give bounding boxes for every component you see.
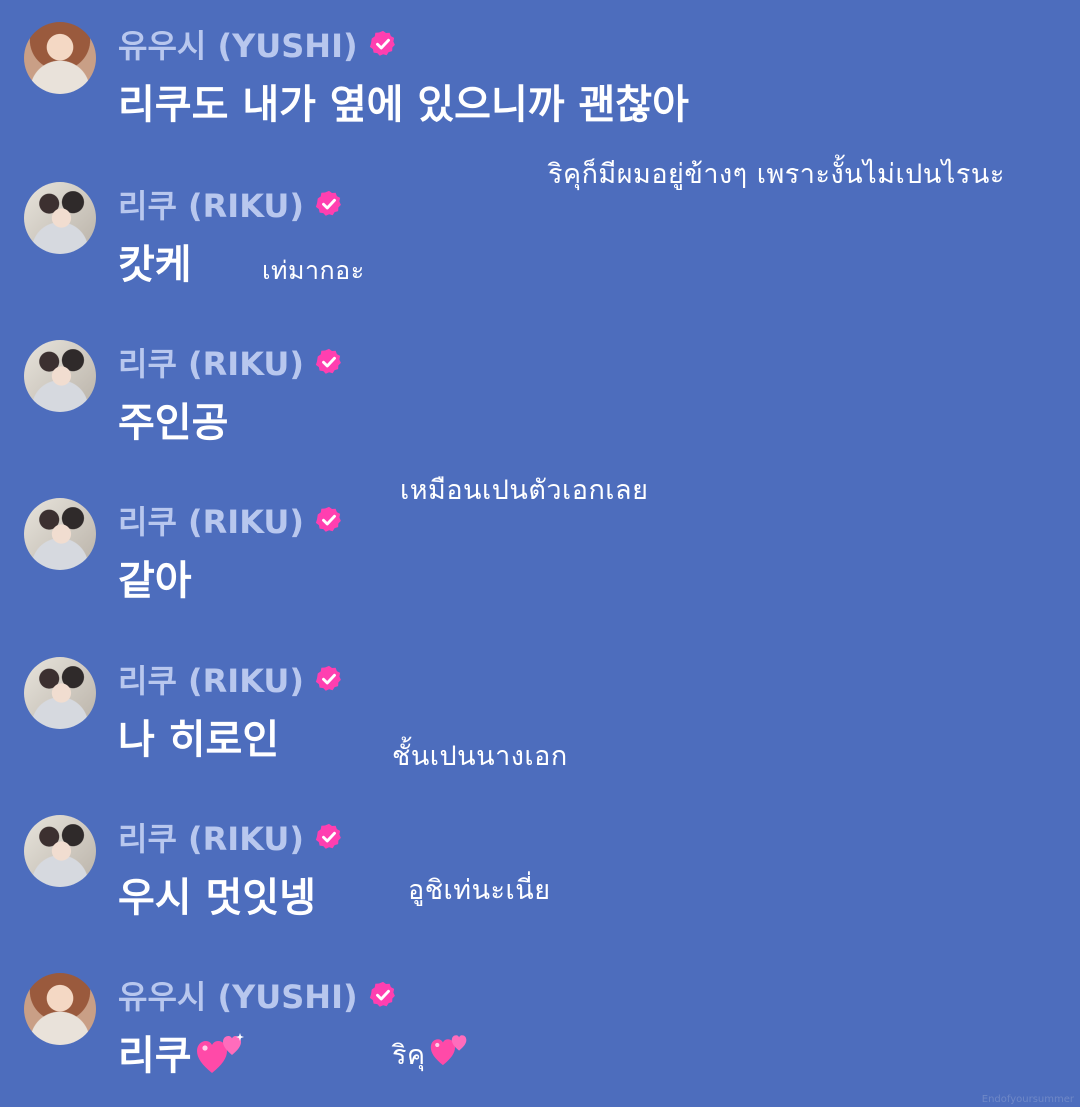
message-row: 유우시 (YUSHI) 리쿠 — [24, 973, 924, 1093]
translation-note: ชั้นเปนนางเอก — [392, 741, 568, 772]
verified-badge-icon — [314, 189, 344, 219]
yushi-avatar[interactable] — [24, 22, 96, 94]
sender-name: 유우시 (YUSHI) — [118, 27, 358, 65]
message-text: 같아 — [118, 558, 192, 604]
sender-name: 리쿠 (RIKU) — [118, 503, 305, 541]
verified-badge-icon — [314, 347, 344, 377]
riku-avatar[interactable] — [24, 340, 96, 412]
translation-note-row: ริคุ — [392, 1030, 472, 1076]
sender-name: 리쿠 (RIKU) — [118, 662, 305, 700]
yushi-avatar[interactable] — [24, 973, 96, 1045]
message-text: 리쿠 — [118, 1033, 192, 1079]
sender-name-row: 유우시 (YUSHI) — [118, 975, 398, 1016]
translation-note: เหมือนเปนตัวเอกเลย — [400, 475, 649, 506]
sender-name-row: 리쿠 (RIKU) — [118, 659, 344, 700]
message-text: 캇케 — [118, 242, 192, 288]
two-hearts-icon — [430, 1030, 472, 1068]
sender-name-row: 리쿠 (RIKU) — [118, 342, 344, 383]
message-row: 리쿠 (RIKU) 캇케 — [24, 182, 924, 302]
sender-name: 유우시 (YUSHI) — [118, 978, 358, 1016]
riku-avatar[interactable] — [24, 182, 96, 254]
message-row: 리쿠 (RIKU) 주인공 — [24, 340, 924, 460]
sender-name: 리쿠 (RIKU) — [118, 187, 305, 225]
riku-avatar[interactable] — [24, 498, 96, 570]
sender-name-row: 유우시 (YUSHI) — [118, 24, 398, 65]
verified-badge-icon — [314, 664, 344, 694]
sender-name: 리쿠 (RIKU) — [118, 820, 305, 858]
translation-note: ริคุก็มีผมอยู่ข้างๆ เพราะงั้นไม่เปนไรนะ — [548, 159, 1005, 190]
message-text: 주인공 — [118, 400, 229, 446]
message-row: 리쿠 (RIKU) 같아 — [24, 498, 924, 618]
verified-badge-icon — [314, 822, 344, 852]
verified-badge-icon — [368, 29, 398, 59]
translation-note: อูชิเท่นะเนี่ย — [408, 875, 551, 906]
message-text: 나 히로인 — [118, 717, 280, 763]
sender-name: 리쿠 (RIKU) — [118, 345, 305, 383]
watermark: Endofyoursummer — [981, 1094, 1074, 1105]
two-hearts-icon — [196, 1031, 248, 1075]
sender-name-row: 리쿠 (RIKU) — [118, 500, 344, 541]
verified-badge-icon — [368, 980, 398, 1010]
message-text: 우시 멋잇넹 — [118, 875, 316, 921]
riku-avatar[interactable] — [24, 657, 96, 729]
riku-avatar[interactable] — [24, 815, 96, 887]
sender-name-row: 리쿠 (RIKU) — [118, 817, 344, 858]
message-text: 리쿠도 내가 옆에 있으니까 괜찮아 — [118, 82, 689, 128]
translation-note: ริคุ — [392, 1040, 426, 1071]
verified-badge-icon — [314, 505, 344, 535]
translation-note: เท่มากอะ — [262, 256, 365, 285]
sender-name-row: 리쿠 (RIKU) — [118, 184, 344, 225]
message-text-row: 리쿠 — [118, 1023, 248, 1081]
message-row: 유우시 (YUSHI) 리쿠도 내가 옆에 있으니까 괜찮아 — [24, 22, 924, 142]
